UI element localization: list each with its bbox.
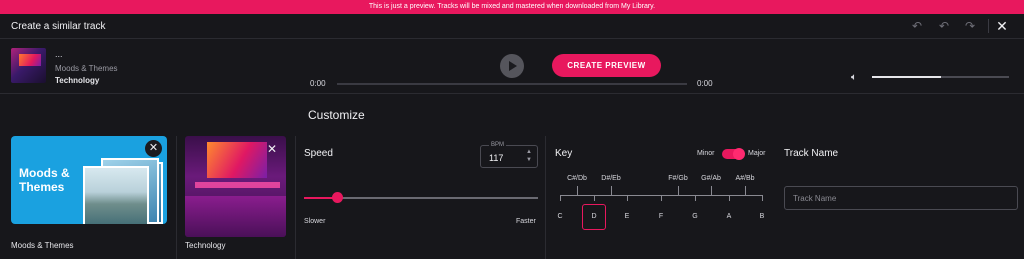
key-tick [678, 186, 679, 195]
track-genre: Technology [55, 76, 100, 85]
divider [0, 93, 1024, 94]
divider [176, 136, 177, 259]
key-tick [745, 186, 746, 195]
card-label: Moods & Themes [11, 241, 74, 250]
key-tick [560, 195, 561, 201]
track-name-input[interactable] [784, 186, 1018, 210]
key-f[interactable]: F [654, 213, 668, 220]
key-tick [695, 195, 696, 201]
major-label: Major [748, 150, 766, 157]
speed-slider-handle[interactable] [331, 192, 343, 203]
page-title: Create a similar track [11, 21, 106, 32]
moods-themes-card[interactable]: Moods & Themes [11, 136, 167, 224]
key-fgb[interactable]: F#/Gb [663, 175, 693, 182]
remove-technology-button[interactable]: ✕ [267, 143, 277, 155]
key-label: Key [555, 148, 573, 159]
remove-moods-button[interactable]: ✕ [145, 140, 162, 157]
preview-banner: This is just a preview. Tracks will be m… [0, 0, 1024, 14]
divider [988, 19, 989, 33]
minor-label: Minor [697, 150, 715, 157]
track-thumbnail [11, 48, 46, 83]
key-cdb[interactable]: C#/Db [562, 175, 592, 182]
faster-label: Faster [516, 218, 536, 225]
key-tick [711, 186, 712, 195]
key-tick [762, 195, 763, 201]
track-category: Moods & Themes [55, 64, 118, 73]
card-label: Technology [185, 241, 226, 250]
customize-heading: Customize [308, 108, 365, 122]
key-tick [594, 195, 595, 201]
progress-bar[interactable] [337, 83, 687, 85]
title-bar: Create a similar track ↶ ↶ ↷ ✕ [0, 14, 1024, 38]
key-g[interactable]: G [688, 213, 702, 220]
bpm-stepper[interactable]: BPM 117 ▲ ▼ [480, 142, 538, 168]
volume-fill [872, 76, 941, 78]
key-e[interactable]: E [620, 213, 634, 220]
volume-slider[interactable] [872, 76, 1009, 78]
key-gab[interactable]: G#/Ab [696, 175, 726, 182]
play-button[interactable] [500, 54, 524, 78]
stepper-arrows-icon[interactable]: ▲ ▼ [526, 148, 532, 164]
selected-key-highlight[interactable] [582, 204, 606, 230]
bpm-value: 117 [489, 153, 504, 163]
time-total: 0:00 [697, 79, 713, 88]
bpm-label: BPM [489, 142, 507, 148]
card-title: Moods & Themes [19, 166, 70, 194]
track-name-label: Track Name [784, 148, 839, 159]
landscape-photo [83, 166, 149, 224]
time-elapsed: 0:00 [310, 79, 326, 88]
key-abb[interactable]: A#/Bb [730, 175, 760, 182]
divider [295, 136, 296, 259]
divider [545, 136, 546, 259]
slower-label: Slower [304, 218, 326, 225]
key-tick [577, 186, 578, 195]
divider [0, 38, 1024, 39]
create-preview-button[interactable]: CREATE PREVIEW [552, 54, 661, 77]
track-title: ... [55, 49, 63, 59]
key-b[interactable]: B [755, 213, 769, 220]
volume-icon[interactable]: 🔈︎ [851, 72, 857, 83]
speed-label: Speed [304, 148, 333, 159]
key-deb[interactable]: D#/Eb [596, 175, 626, 182]
key-tick [729, 195, 730, 201]
redo-icon[interactable]: ↷ [963, 19, 977, 33]
key-a[interactable]: A [722, 213, 736, 220]
undo-icon[interactable]: ↶ [910, 19, 924, 33]
key-tick [627, 195, 628, 201]
undo-icon[interactable]: ↶ [937, 19, 951, 33]
mode-toggle[interactable] [722, 148, 745, 160]
key-tick [661, 195, 662, 201]
key-c[interactable]: C [553, 213, 567, 220]
key-tick [611, 186, 612, 195]
close-icon[interactable]: ✕ [995, 19, 1009, 33]
